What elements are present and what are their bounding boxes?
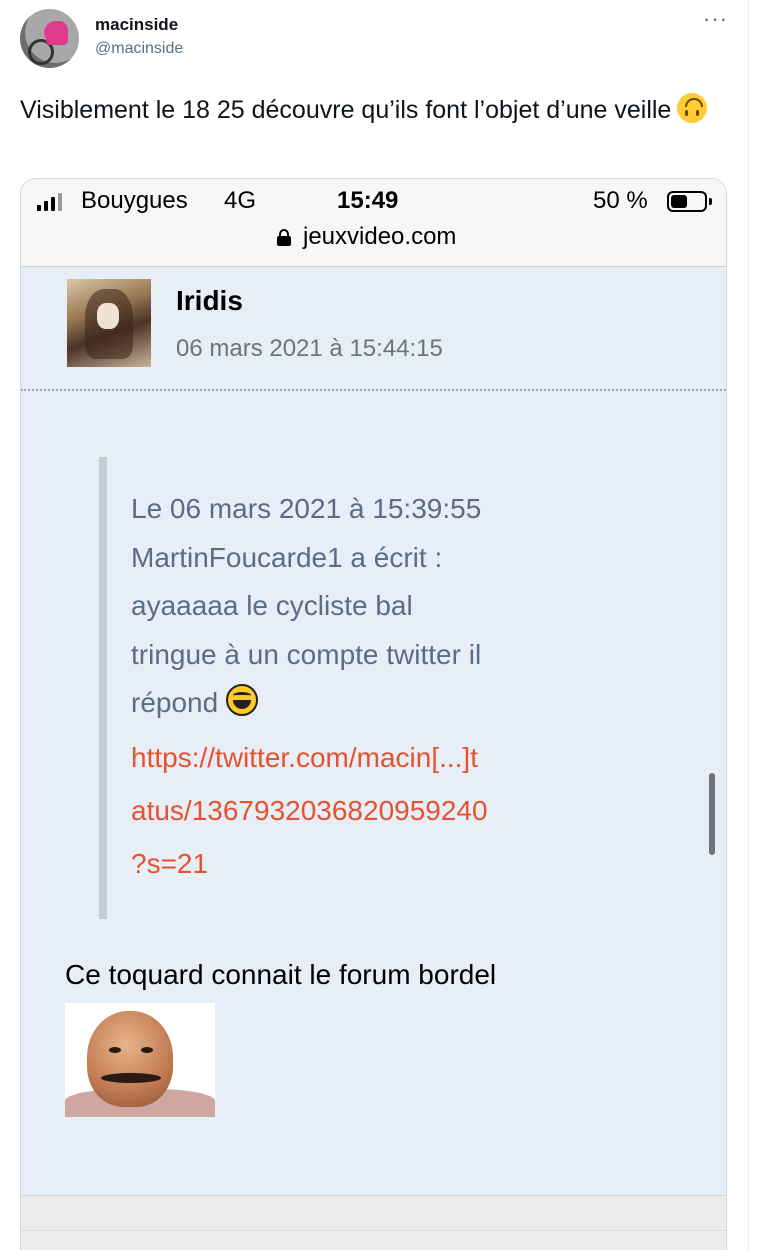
scrollbar[interactable]: [709, 773, 715, 855]
attached-screenshot[interactable]: Bouygues 4G 15:49 50 % jeuxvideo.com Iri…: [20, 178, 727, 1250]
quote-bar: [99, 457, 107, 919]
address-bar-url[interactable]: jeuxvideo.com: [303, 223, 456, 251]
link-line: ?s=21: [131, 848, 209, 879]
more-options-icon[interactable]: ···: [703, 8, 728, 30]
lock-icon: [277, 229, 291, 246]
link-line: atus/1367932036820959240: [131, 795, 488, 826]
quote-line: ayaaaaa le cycliste bal: [131, 590, 413, 621]
user-handle[interactable]: @macinside: [95, 40, 183, 58]
profile-avatar[interactable]: [20, 9, 79, 68]
tweet: macinside @macinside ··· Visiblement le …: [0, 0, 748, 1250]
laughing-smiley-icon: [226, 684, 259, 716]
cyclist-icon: [46, 21, 68, 45]
quote-line: MartinFoucarde1 a écrit :: [131, 541, 443, 573]
battery-terminal: [709, 198, 712, 205]
quoted-twitter-link[interactable]: https://twitter.com/macin[...]t atus/136…: [131, 731, 601, 890]
tweet-text: Visiblement le 18 25 découvre qu’ils fon…: [20, 92, 720, 128]
timeline-border: [748, 0, 749, 1250]
quoted-message: Le 06 mars 2021 à 15:39:55 MartinFoucard…: [131, 485, 571, 728]
link-line: https://twitter.com/macin[...]t: [131, 742, 478, 773]
network-type: 4G: [224, 187, 257, 214]
upside-down-face-icon: [677, 93, 708, 123]
tweet-text-content: Visiblement le 18 25 découvre qu’ils fon…: [20, 96, 672, 124]
battery-percentage: 50 %: [593, 187, 648, 214]
phone-status-bar: Bouygues 4G 15:49 50 % jeuxvideo.com: [21, 179, 726, 267]
status-time: 15:49: [337, 187, 399, 214]
signal-strength-icon: [37, 193, 63, 211]
quote-line: tringue à un compte twitter il: [131, 638, 482, 670]
post-reply-text: Ce toquard connait le forum bordel: [65, 959, 497, 990]
quote-line-last: répond: [131, 679, 571, 728]
carrier-name: Bouygues: [81, 187, 188, 214]
post-date: 06 mars 2021 à 15:44:15: [176, 335, 443, 362]
battery-level: [671, 195, 687, 208]
display-name[interactable]: macinside: [95, 15, 178, 35]
quote-line: répond: [131, 687, 219, 718]
forum-post: Iridis 06 mars 2021 à 15:44:15 Le 06 mar…: [21, 267, 726, 1195]
post-author[interactable]: Iridis: [176, 285, 243, 317]
next-post-strip: [21, 1195, 726, 1250]
post-header-divider: [21, 389, 726, 391]
quote-line: Le 06 mars 2021 à 15:39:55: [131, 493, 482, 524]
post-author-avatar[interactable]: [67, 279, 151, 367]
mustache-man-sticker: [65, 1003, 215, 1117]
battery-icon: [667, 191, 707, 212]
